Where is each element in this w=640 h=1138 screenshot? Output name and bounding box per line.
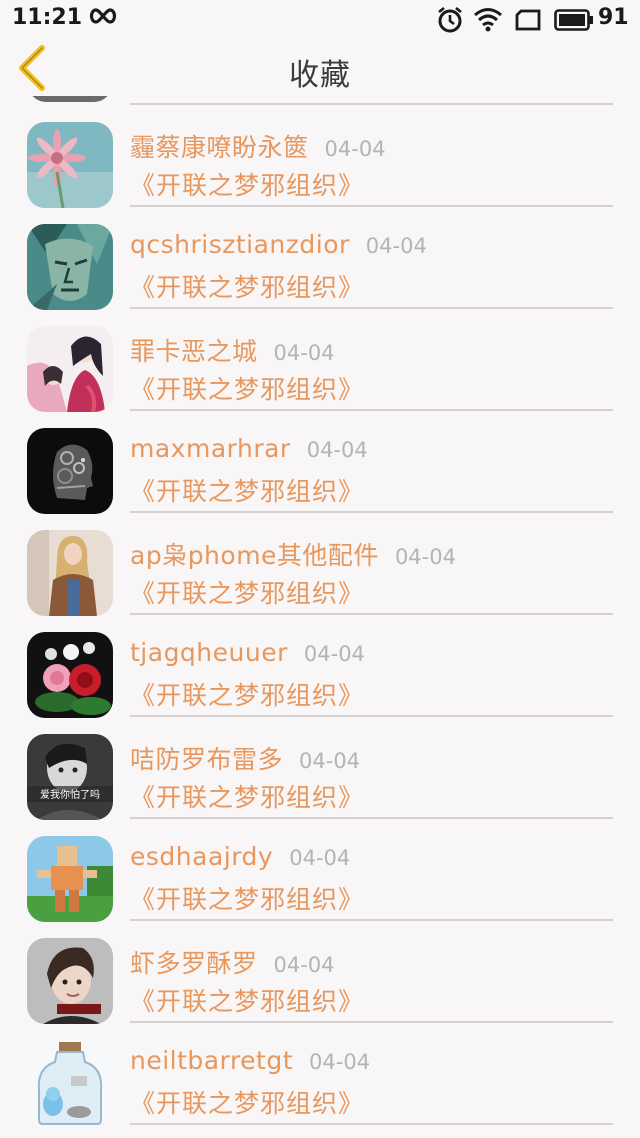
user-name: 咭防罗布雷多 [130,745,284,774]
mechanical-head-avatar-icon [27,428,113,514]
avatar[interactable] [27,1040,113,1126]
avatar[interactable] [27,122,113,208]
avatar[interactable] [27,836,113,922]
battery-icon [554,9,594,35]
blonde-woman-avatar-icon [27,530,113,616]
post-date: 04-04 [324,137,386,161]
art-face-avatar-icon [27,224,113,310]
user-name: tjagqheuuer [130,638,288,667]
post-date: 04-04 [394,545,456,569]
post-date: 04-04 [273,341,335,365]
avatar-caption: 爱我你怕了吗 [40,788,100,801]
name-line: qcshrisztianzdior 04-04 [130,230,427,259]
status-time: 11:21 [12,5,83,30]
avatar[interactable] [27,224,113,310]
topic-title: 《开联之梦邪组织》 [130,273,365,302]
post-date: 04-04 [309,1050,371,1074]
screen-rotate-icon [514,8,542,36]
topic-title: 《开联之梦邪组织》 [130,681,365,710]
bw-portrait-avatar-icon: 爱我你怕了吗 [27,734,113,820]
battery-level: 91 [598,5,629,30]
topic-title: 《开联之梦邪组织》 [130,783,365,812]
list-item[interactable]: 霾蔡康嘹盼永篋 04-04 《开联之梦邪组织》 [0,96,640,208]
name-line: 咭防罗布雷多 04-04 [130,740,360,776]
list-item[interactable]: 爱我你怕了吗 咭防罗布雷多 04-04 《开联之梦邪组织》 [0,708,640,820]
name-line: maxmarhrar 04-04 [130,434,368,463]
user-name: 霾蔡康嘹盼永篋 [130,133,309,162]
topic-title: 《开联之梦邪组织》 [130,171,365,200]
name-line: ap枭phome其他配件 04-04 [130,536,456,572]
list-item[interactable]: tjagqheuuer 04-04 《开联之梦邪组织》 [0,606,640,718]
topic-title: 《开联之梦邪组织》 [130,1089,365,1118]
avatar[interactable] [27,530,113,616]
list-item[interactable]: neiltbarretgt 04-04 《开联之梦邪组织》 [0,1014,640,1126]
post-date: 04-04 [273,953,335,977]
pixel-figure-avatar-icon [27,836,113,922]
user-name: ap枭phome其他配件 [130,541,379,570]
avatar[interactable] [27,326,113,412]
name-line: neiltbarretgt 04-04 [130,1046,370,1075]
bottle-avatar-icon [27,1040,113,1126]
status-bar: 11:21 91 [0,0,640,40]
divider [130,1123,613,1125]
name-line: 霾蔡康嘹盼永篋 04-04 [130,128,386,164]
link-icon [88,5,118,33]
avatar[interactable] [27,428,113,514]
avatar[interactable]: 爱我你怕了吗 [27,734,113,820]
page-title: 收藏 [289,58,351,93]
topic-title: 《开联之梦邪组织》 [130,885,365,914]
list-item[interactable]: maxmarhrar 04-04 《开联之梦邪组织》 [0,402,640,514]
user-name: 罪卡恶之城 [130,337,258,366]
young-man-avatar-icon [27,938,113,1024]
name-line: 罪卡恶之城 04-04 [130,332,335,368]
user-name: neiltbarretgt [130,1046,294,1075]
anime-couple-avatar-icon [27,326,113,412]
user-name: 虾多罗酥罗 [130,949,258,978]
topic-title: 《开联之梦邪组织》 [130,375,365,404]
list-item[interactable]: 虾多罗酥罗 04-04 《开联之梦邪组织》 [0,912,640,1024]
topic-title: 《开联之梦邪组织》 [130,579,365,608]
name-line: tjagqheuuer 04-04 [130,638,365,667]
alarm-icon [436,6,464,38]
user-name: esdhaajrdy [130,842,274,871]
post-date: 04-04 [299,749,361,773]
name-line: esdhaajrdy 04-04 [130,842,350,871]
topic-title: 《开联之梦邪组织》 [130,477,365,506]
topic-title: 《开联之梦邪组织》 [130,987,365,1016]
avatar[interactable] [27,938,113,1024]
user-name: qcshrisztianzdior [130,230,350,259]
flower-avatar-icon [27,122,113,208]
user-name: maxmarhrar [130,434,291,463]
post-date: 04-04 [289,846,351,870]
wifi-icon [473,6,503,36]
list-item[interactable]: qcshrisztianzdior 04-04 《开联之梦邪组织》 [0,198,640,310]
post-date: 04-04 [365,234,427,258]
name-line: 虾多罗酥罗 04-04 [130,944,335,980]
post-date: 04-04 [306,438,368,462]
header-bar: 收藏 [0,40,640,96]
favorites-list[interactable]: 霾蔡康嘹盼永篋 04-04 《开联之梦邪组织》 qcshrisztianzdior… [0,96,640,1138]
post-date: 04-04 [303,642,365,666]
list-item[interactable]: esdhaajrdy 04-04 《开联之梦邪组织》 [0,810,640,922]
avatar[interactable] [27,632,113,718]
roses-avatar-icon [27,632,113,718]
list-item[interactable]: 罪卡恶之城 04-04 《开联之梦邪组织》 [0,300,640,412]
list-item[interactable]: ap枭phome其他配件 04-04 《开联之梦邪组织》 [0,504,640,616]
